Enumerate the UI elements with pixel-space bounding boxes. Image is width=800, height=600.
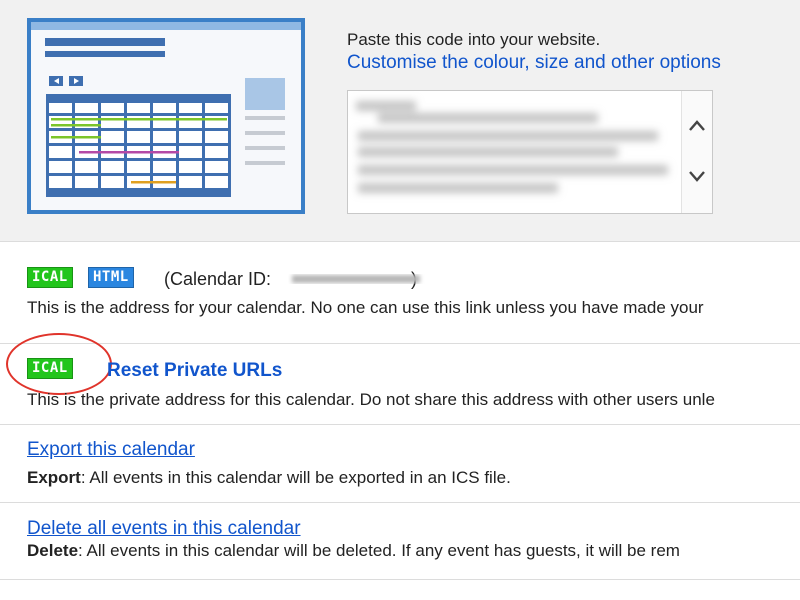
private-address-description: This is the private address for this cal… <box>27 390 715 409</box>
delete-row: Delete all events in this calendar Delet… <box>0 503 800 580</box>
customise-link[interactable]: Customise the colour, size and other opt… <box>347 52 721 74</box>
calendar-address-row: ICAL HTML (Calendar ID:) This is the add… <box>0 242 800 344</box>
export-description: Export: All events in this calendar will… <box>27 468 511 487</box>
blurred-embed-code <box>356 101 668 193</box>
reset-private-urls-link[interactable]: Reset Private URLs <box>107 360 282 382</box>
calendar-address-description: This is the address for your calendar. N… <box>27 298 704 317</box>
calendar-id-blurred <box>292 275 420 283</box>
embed-code-textarea[interactable] <box>347 90 713 214</box>
private-ical-button[interactable]: ICAL <box>27 358 73 379</box>
chevron-up-icon[interactable] <box>688 117 706 135</box>
delete-description: Delete: All events in this calendar will… <box>27 541 680 560</box>
embed-panel: Paste this code into your website. Custo… <box>0 0 800 242</box>
calendar-illustration <box>27 18 305 214</box>
embed-instruction: Paste this code into your website. <box>347 30 601 49</box>
html-button[interactable]: HTML <box>88 267 134 288</box>
export-label: Export <box>27 468 81 487</box>
delete-label: Delete <box>27 541 79 560</box>
delete-all-events-link[interactable]: Delete all events in this calendar <box>27 518 301 540</box>
embed-scrollbar[interactable] <box>681 91 712 213</box>
export-calendar-link[interactable]: Export this calendar <box>27 439 195 461</box>
export-row: Export this calendar Export: All events … <box>0 425 800 503</box>
private-address-row: ICAL Reset Private URLs This is the priv… <box>0 333 800 425</box>
chevron-down-icon[interactable] <box>688 167 706 185</box>
ical-button[interactable]: ICAL <box>27 267 73 288</box>
